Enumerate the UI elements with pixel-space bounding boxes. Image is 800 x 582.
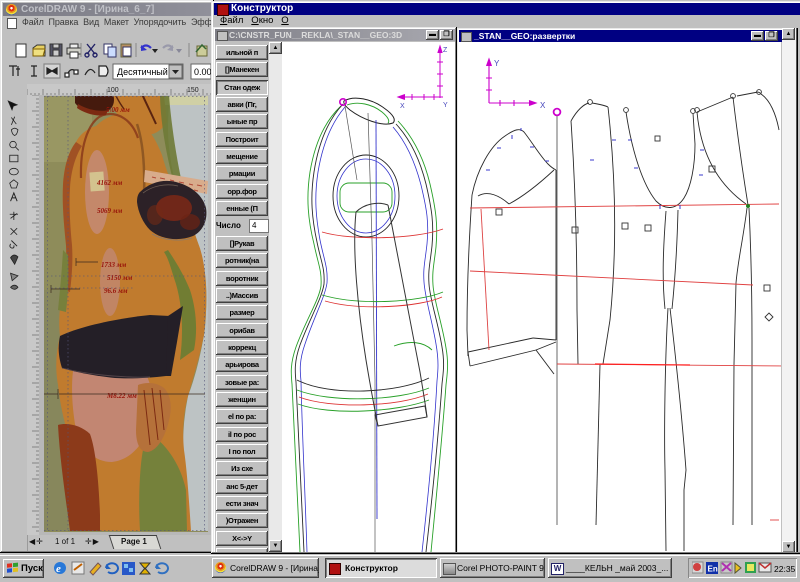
svg-text:Y: Y: [443, 102, 448, 109]
svg-text:Десятичный: Десятичный: [117, 67, 168, 77]
svg-text:En: En: [708, 565, 718, 574]
svg-text:М8.22 мм: М8.22 мм: [106, 392, 137, 400]
svg-text:100: 100: [107, 87, 119, 94]
svg-text:5150 мм: 5150 мм: [107, 274, 133, 282]
svg-text:Z: Z: [443, 47, 448, 54]
svg-text:5069 мм: 5069 мм: [97, 207, 123, 215]
svg-text:Y: Y: [494, 59, 500, 68]
svg-text:150: 150: [187, 87, 199, 94]
svg-text:5\00 мм: 5\00 мм: [106, 106, 130, 114]
svg-text:0.00: 0.00: [194, 67, 211, 77]
svg-text:1733 мм: 1733 мм: [101, 261, 127, 269]
svg-text:X: X: [540, 101, 546, 110]
svg-text:X: X: [400, 103, 405, 110]
svg-text:e: e: [56, 563, 61, 575]
svg-text:4162 мм: 4162 мм: [96, 179, 123, 187]
